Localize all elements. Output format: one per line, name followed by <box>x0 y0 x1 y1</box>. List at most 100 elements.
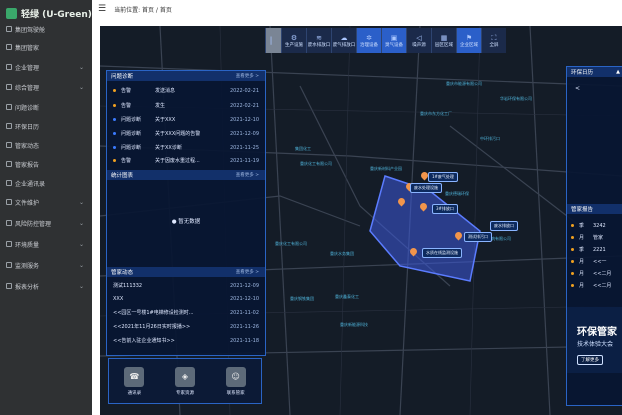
sidebar-item-steward[interactable]: 集团管家 <box>0 38 92 56</box>
item-type: 问题诊断 <box>121 117 142 123</box>
news-item[interactable]: <<园区一号楼1#电梯修设检测时... 2021-11-02 <box>113 307 259 318</box>
report-row[interactable]: 季 2221 <box>571 244 622 255</box>
sidebar-item-label: 企业通讯录 <box>15 180 46 188</box>
news-text: <<2021年11月26日实时报播>> <box>113 324 191 330</box>
water-icon: ≋ <box>316 33 322 42</box>
list-item[interactable]: 告警 关于因废水重过程... 2021-11-19 <box>113 155 259 166</box>
sidebar-item-risk[interactable]: 风险防控管理 ⌄ <box>0 214 92 232</box>
sidebar-item-analysis[interactable]: 报表分析 ⌄ <box>0 277 92 295</box>
sidebar: 轻绿 (U-Green) 集团驾驶舱 集团管家 企业管理 ⌄ 综合管理 ⌄ 问题诊断… <box>0 0 92 415</box>
hamburger-menu-icon[interactable]: ☰ <box>98 4 106 14</box>
map-tag[interactable]: 废水排放口 <box>490 221 518 231</box>
list-item[interactable]: 告警 发生 2022-02-21 <box>113 100 259 111</box>
bottom-nav: ☎ 通讯录 ◈ 专家资源 ☺ 联系管家 <box>108 358 262 404</box>
news-item[interactable]: <<2021年11月26日实时报播>> 2021-11-26 <box>113 321 259 332</box>
tool-noise[interactable]: ◁ 噪声源 <box>406 28 431 53</box>
left-panel: 问题诊断 查看更多 > 告警 发送消息 2022-02-21 告警 发生 2022-02-… <box>106 70 266 356</box>
view-more-link[interactable]: 查看更多 > <box>236 172 259 178</box>
map-tag[interactable]: 3#排放口 <box>432 204 458 214</box>
sidebar-item-diagnosis[interactable]: 问题诊断 <box>0 98 92 116</box>
item-type: 告警 <box>121 88 132 94</box>
list-item[interactable]: 问题诊断 关于XXX 2021-12-10 <box>113 114 259 125</box>
map-tag[interactable]: 废水处理设施 <box>410 183 442 193</box>
flag-icon: ⚑ <box>465 33 473 42</box>
tool-enterprise[interactable]: ⚑ 企业区域 <box>456 28 481 53</box>
report-row[interactable]: 月 <<二月 <box>571 268 622 279</box>
tool-odor[interactable]: ▣ 臭气设备 <box>381 28 406 53</box>
sidebar-item-news[interactable]: 管家动态 <box>0 136 92 154</box>
sidebar-item-label: 文件维护 <box>15 199 40 207</box>
bell-icon[interactable]: ▲ <box>616 69 620 75</box>
sidebar-item-contacts[interactable]: 企业通讯录 <box>0 174 92 192</box>
monitor-icon <box>6 262 12 268</box>
map-label: 重庆德瑞环保 <box>445 191 469 196</box>
map-pin-icon[interactable] <box>420 203 427 212</box>
news-text: 测试111332 <box>113 283 143 289</box>
report-row[interactable]: 月 <<一 <box>571 256 622 267</box>
promo-banner[interactable]: 环保管家 技术体验大会 了解更多 <box>567 307 622 373</box>
sidebar-item-report[interactable]: 管家报告 <box>0 155 92 173</box>
list-item[interactable]: 告警 发送消息 2022-02-21 <box>113 85 259 96</box>
sidebar-item-cockpit[interactable]: 集团驾驶舱 <box>0 20 92 38</box>
sidebar-item-monitoring[interactable]: 监测服务 ⌄ <box>0 256 92 274</box>
shield-icon <box>6 220 12 226</box>
list-item[interactable]: 问题诊断 关于XXX问题的告警 2021-12-09 <box>113 128 259 139</box>
smoke-icon: ☁ <box>340 33 348 42</box>
map-pin-icon[interactable] <box>421 172 428 181</box>
sidebar-item-label: 报表分析 <box>15 283 40 291</box>
panel-title: 管家报告 <box>571 207 594 213</box>
learn-more-button[interactable]: 了解更多 <box>577 355 603 365</box>
chevron-down-icon: ⌄ <box>78 63 84 71</box>
map-pin-icon[interactable] <box>455 232 462 241</box>
tool-park[interactable]: ▦ 园区区域 <box>431 28 456 53</box>
map-pin-icon[interactable] <box>398 198 405 207</box>
map-tag[interactable]: 水质在线监测设施 <box>422 248 462 258</box>
view-more-link[interactable]: 查看更多 > <box>236 73 259 79</box>
stats-panel-header: 统计图表 查看更多 > <box>107 170 265 180</box>
empty-state: ● 暂无数据 <box>107 217 265 225</box>
tool-label: 园区区域 <box>435 42 453 48</box>
report-row[interactable]: 季 3242 <box>571 220 622 231</box>
sidebar-item-calendar[interactable]: 环保日历 <box>0 117 92 135</box>
status-dot <box>113 132 116 135</box>
sidebar-item-label: 集团管家 <box>15 44 40 52</box>
bottom-nav-label: 联系管家 <box>226 390 245 396</box>
item-date: 2021-12-09 <box>229 130 259 137</box>
calendar-icon <box>6 123 12 129</box>
news-item[interactable]: XXX 2021-12-10 <box>113 293 259 304</box>
status-dot <box>113 89 116 92</box>
tool-treatment[interactable]: ✲ 治理设备 <box>356 28 381 53</box>
chart-icon <box>6 283 12 289</box>
view-more-link[interactable]: 查看更多 > <box>236 269 259 275</box>
contacts-button[interactable]: ☎ 通讯录 <box>124 366 145 396</box>
contact-steward-button[interactable]: ☺ 联系管家 <box>225 366 246 396</box>
item-date: 2022-02-21 <box>229 87 259 94</box>
report-row[interactable]: 月 管家 <box>571 232 622 243</box>
map-tag[interactable]: 1#废气处理 <box>428 172 458 182</box>
sidebar-item-environment[interactable]: 环境质量 ⌄ <box>0 235 92 253</box>
sidebar-item-files[interactable]: 文件维护 ⌄ <box>0 193 92 211</box>
experts-button[interactable]: ◈ 专家资源 <box>174 366 195 396</box>
chevron-down-icon: ⌄ <box>78 240 84 248</box>
news-item[interactable]: 测试111332 2021-12-09 <box>113 280 259 291</box>
person-icon: ☺ <box>225 366 246 387</box>
tool-fullscreen[interactable]: ⛶ 全屏 <box>481 28 506 53</box>
map-label: 重庆化工有限公司 <box>275 241 307 246</box>
news-item[interactable]: <<告前入驻企业通知书>> 2021-11-18 <box>113 335 259 346</box>
report-period: 季 <box>579 247 585 253</box>
map-pin-icon[interactable] <box>410 248 417 257</box>
report-row[interactable]: 月 <<二月 <box>571 280 622 291</box>
sidebar-item-enterprise[interactable]: 企业管理 ⌄ <box>0 58 92 76</box>
toolbar-toggle[interactable]: ▏ <box>265 28 281 53</box>
map-tag[interactable]: 测试排污口 <box>464 232 492 242</box>
tool-exhaust[interactable]: ☁ 废气排放口 <box>331 28 356 53</box>
empty-text: 暂无数据 <box>178 219 201 225</box>
sidebar-item-general[interactable]: 综合管理 ⌄ <box>0 78 92 96</box>
sidebar-item-label: 综合管理 <box>15 84 40 92</box>
calendar-prev-button[interactable]: < <box>575 85 580 92</box>
tool-wastewater[interactable]: ≋ 废水排放口 <box>306 28 331 53</box>
list-item[interactable]: 问题诊断 关于XX诊断 2021-11-25 <box>113 142 259 153</box>
item-date: 2021-11-19 <box>229 157 259 164</box>
panel-title: 管家动态 <box>111 270 134 276</box>
tool-production[interactable]: ⚙ 生产设施 <box>281 28 306 53</box>
